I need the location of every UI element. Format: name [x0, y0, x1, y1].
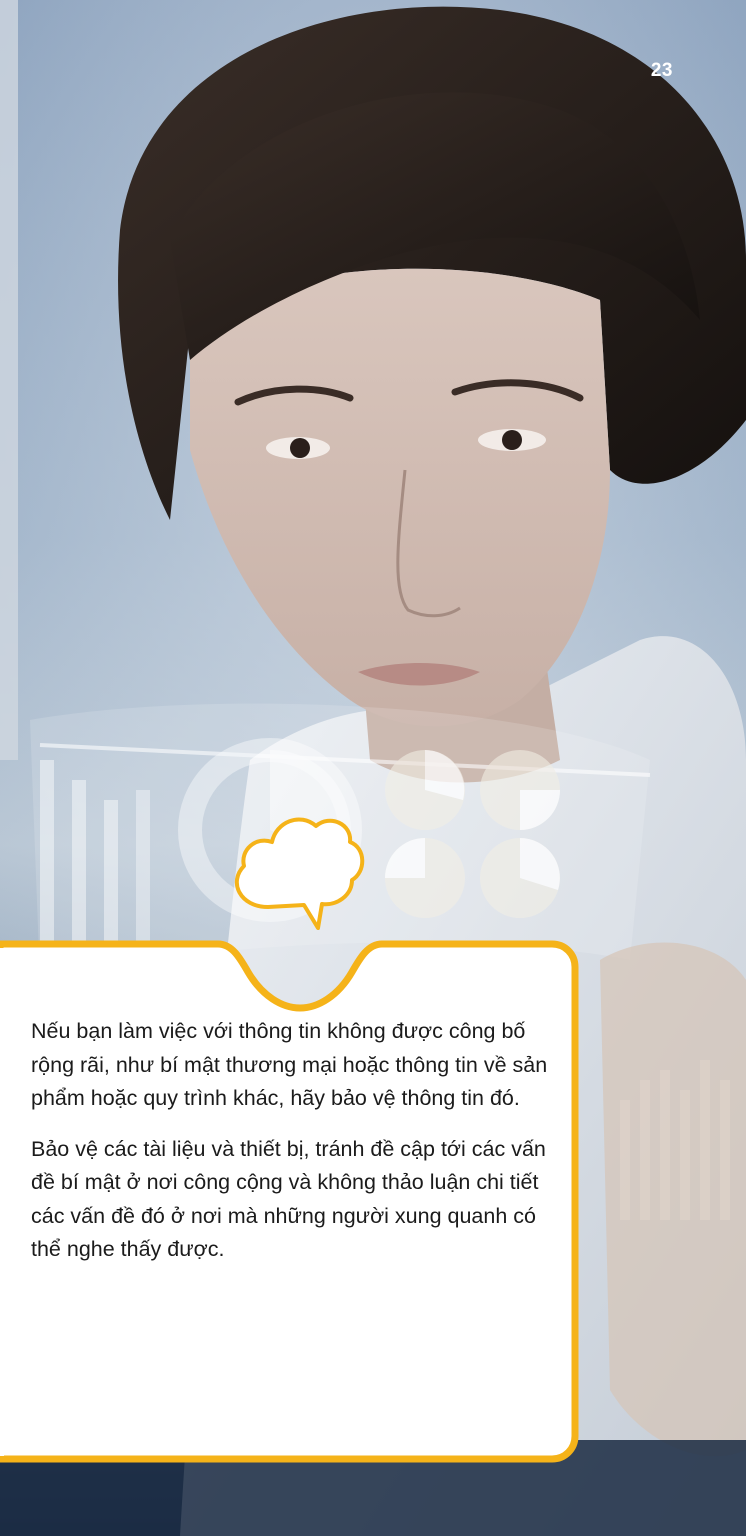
speech-cloud-icon: [234, 817, 365, 930]
callout-text: Nếu bạn làm việc với thông tin không đượ…: [31, 1015, 567, 1284]
document-page: 23 Nếu bạn làm việc với thông tin không …: [0, 0, 746, 1536]
callout-paragraph: Nếu bạn làm việc với thông tin không đượ…: [31, 1019, 548, 1110]
callout-paragraph: Bảo vệ các tài liệu và thiết bị, tránh đ…: [31, 1136, 546, 1262]
callout-box: [0, 817, 579, 1463]
